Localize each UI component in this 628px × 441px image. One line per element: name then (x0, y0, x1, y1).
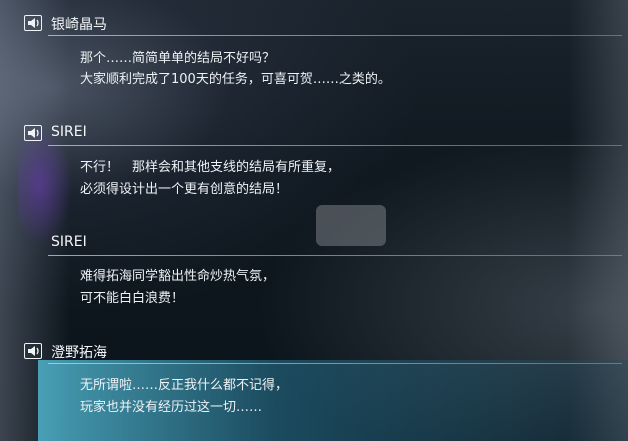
dialogue-line: 可不能白白浪费！ (80, 291, 185, 306)
dialogue-entry-1-header: 银崎晶马 (0, 12, 628, 36)
dialogue-entry-4-header: 澄野拓海 (0, 340, 628, 364)
dialogue-line: 难得拓海同学豁出性命炒热气氛， (80, 269, 276, 284)
speaker-name: SIREI (51, 124, 87, 140)
dialogue-entry-3-header: SIREI (0, 232, 628, 256)
dialogue-line: 大家顺利完成了100天的任务，可喜可贺……之类的。 (80, 72, 391, 87)
speaker-name: 银崎晶马 (51, 17, 107, 33)
dialogue-entry-2-header: SIREI (0, 122, 628, 146)
dialogue-line: 那个……简简单单的结局不好吗？ (80, 51, 276, 66)
speaker-name: 澄野拓海 (51, 345, 107, 361)
speaker-divider (48, 363, 622, 364)
dialogue-line: 无所谓啦……反正我什么都不记得， (80, 378, 289, 393)
speaker-divider (48, 35, 622, 36)
dialogue-line: 不行！ 那样会和其他支线的结局有所重复， (80, 160, 341, 175)
dialogue-line: 玩家也并没有经历过这一切…… (80, 400, 263, 415)
voice-replay-icon[interactable] (24, 15, 42, 31)
voice-replay-icon[interactable] (24, 343, 42, 359)
speaker-divider (48, 145, 622, 146)
dialogue-line: 必须得设计出一个更有创意的结局！ (80, 182, 289, 197)
voice-replay-icon[interactable] (24, 125, 42, 141)
speaker-divider (48, 255, 622, 256)
speaker-name: SIREI (51, 234, 87, 250)
